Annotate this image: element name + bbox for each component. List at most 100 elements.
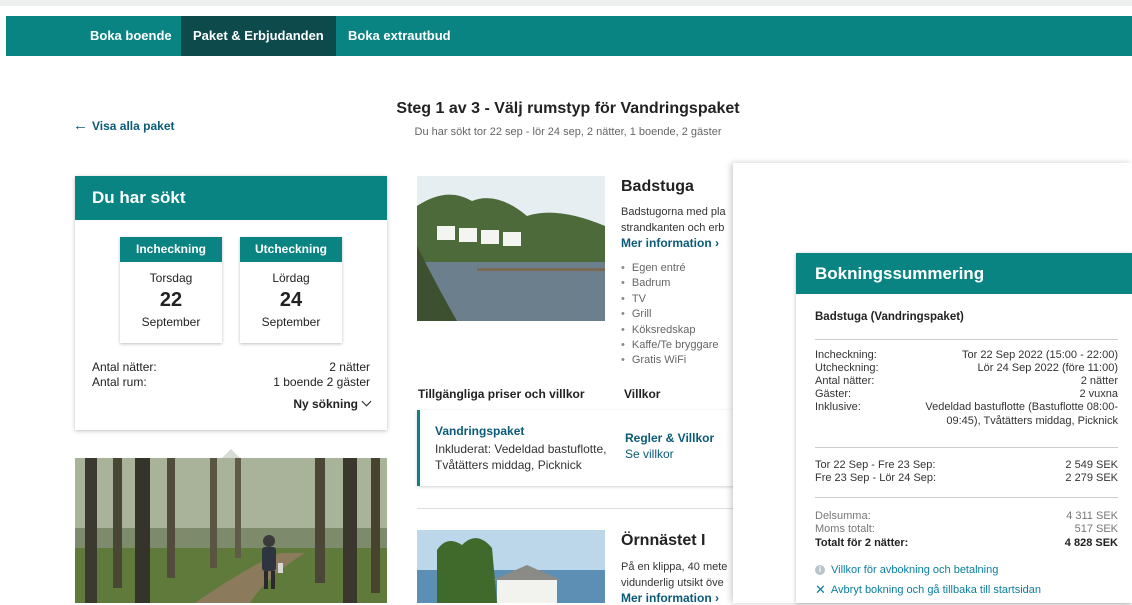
divider: [815, 447, 1118, 448]
checkout-date-box: Utcheckning Lördag 24 September: [240, 237, 342, 343]
checkin-weekday: Torsdag: [149, 271, 193, 285]
room-desc-badstuga: Badstugorna med pla strandkanten och erb: [621, 204, 741, 236]
price-option-row[interactable]: Vandringspaket Inkluderat: Vedeldad bast…: [417, 410, 736, 486]
cancellation-terms-link[interactable]: i Villkor för avbokning och betalning: [815, 564, 998, 576]
total-value: 4 828 SEK: [1064, 537, 1118, 549]
summary-room-name: Badstuga (Vandringspaket): [815, 311, 964, 323]
checkout-label: Utcheckning: [240, 237, 342, 262]
new-search-button[interactable]: Ny sökning: [293, 396, 372, 411]
checkin-day: 22: [159, 289, 183, 311]
rooms-row: Antal rum: 1 boende 2 gäster: [92, 375, 370, 389]
summary-value: 2 vuxna: [1079, 388, 1118, 400]
package-description: Inkluderat: Vedeldad bastuflotte, Tvåtät…: [435, 442, 606, 473]
summary-row-nights: Antal nätter: 2 nätter: [815, 375, 1118, 388]
summary-key: Utcheckning:: [815, 362, 879, 374]
nightly-price: 2 279 SEK: [1065, 472, 1118, 484]
room-desc-line: vidunderlig utsikt öve: [621, 577, 724, 589]
subtotal-row: Delsumma: 4 311 SEK: [815, 510, 1118, 523]
chevron-down-icon: [361, 396, 372, 407]
total-row: Totalt för 2 nätter: 4 828 SEK: [815, 537, 1118, 550]
checkin-month: September: [141, 315, 201, 329]
page-title: Steg 1 av 3 - Välj rumstyp för Vandrings…: [396, 100, 740, 117]
vat-label: Moms totalt:: [815, 523, 875, 535]
summary-value: Lör 24 Sep 2022 (före 11:00): [977, 362, 1118, 374]
amenity-list: Egen entré Badrum TV Grill Köksredskap K…: [621, 261, 733, 369]
summary-key: Incheckning:: [815, 349, 877, 361]
checkout-weekday: Lördag: [272, 271, 310, 285]
room-desc-line: På en klippa, 40 mete: [621, 561, 728, 573]
nights-row: Antal nätter: 2 nätter: [92, 360, 370, 374]
room-desc-line: Badstugorna med pla: [621, 206, 726, 218]
search-card-heading: Du har sökt: [75, 176, 387, 220]
amenity-item: Egen entré: [621, 261, 733, 276]
nightly-date: Fre 23 Sep - Lör 24 Sep:: [815, 472, 937, 484]
room-image-badstuga[interactable]: [417, 176, 605, 321]
divider: [815, 339, 1118, 340]
close-icon: ✕: [815, 582, 826, 597]
see-terms-link[interactable]: Se villkor: [625, 447, 674, 461]
booking-summary-card: Bokningssummering Badstuga (Vandringspak…: [796, 253, 1132, 603]
info-icon: i: [815, 565, 825, 576]
nightly-price-row: Tor 22 Sep - Fre 23 Sep: 2 549 SEK: [815, 459, 1118, 472]
nav-boka-boende[interactable]: Boka boende: [78, 16, 184, 56]
package-name: Vandringspaket: [435, 424, 525, 438]
nightly-price-row: Fre 23 Sep - Lör 24 Sep: 2 279 SEK: [815, 472, 1118, 485]
checkin-label: Incheckning: [120, 237, 222, 262]
room-title-badstuga: Badstuga: [621, 178, 694, 195]
included-line: 09:45), Tvåtätters middag, Picknick: [946, 414, 1118, 427]
subtotal-label: Delsumma:: [815, 510, 871, 522]
total-label: Totalt för 2 nätter:: [815, 537, 909, 549]
prices-column-header: Tillgängliga priser och villkor: [418, 387, 585, 401]
terms-column-header: Villkor: [624, 387, 661, 401]
amenity-item: Badrum: [621, 276, 733, 291]
summary-key: Inklusive:: [815, 401, 861, 413]
summary-key: Gäster:: [815, 388, 852, 400]
amenity-item: Grill: [621, 307, 733, 322]
vat-value: 517 SEK: [1074, 523, 1118, 535]
summary-value: 2 nätter: [1080, 375, 1118, 387]
summary-row-checkin: Incheckning: Tor 22 Sep 2022 (15:00 - 22…: [815, 349, 1118, 362]
page-subtitle: Du har sökt tor 22 sep - lör 24 sep, 2 n…: [414, 126, 722, 138]
amenity-item: TV: [621, 292, 733, 307]
nights-label: Antal nätter:: [92, 360, 157, 374]
checkout-month: September: [261, 315, 321, 329]
cancellation-terms-label: Villkor för avbokning och betalning: [831, 564, 999, 576]
abort-booking-label: Avbryt bokning och gå tillbaka till star…: [830, 583, 1042, 596]
checkin-date-box: Incheckning Torsdag 22 September: [120, 237, 222, 343]
room-desc-line: strandkanten och erb: [621, 222, 725, 234]
package-hiking-image: [75, 458, 387, 603]
rooms-label: Antal rum:: [92, 375, 147, 389]
room-desc-ornnastet: På en klippa, 40 mete vidunderlig utsikt…: [621, 559, 741, 591]
amenity-item: Gratis WiFi: [621, 353, 733, 368]
new-search-label: Ny sökning: [293, 397, 358, 411]
rooms-value: 1 boende 2 gäster: [273, 375, 370, 389]
divider: [815, 497, 1118, 498]
room-title-ornnastet: Örnnästet I: [621, 532, 706, 549]
abort-booking-link[interactable]: ✕ Avbryt bokning och gå tillbaka till sta…: [815, 582, 1041, 598]
nav-paket-erbjudanden[interactable]: Paket & Erbjudanden: [181, 16, 336, 56]
package-desc-line: Inkluderat: Vedeldad bastuflotte,: [435, 442, 607, 456]
nightly-price: 2 549 SEK: [1065, 459, 1118, 471]
amenity-item: Kaffe/Te bryggare: [621, 338, 733, 353]
nightly-date: Tor 22 Sep - Fre 23 Sep:: [815, 459, 936, 471]
summary-key: Antal nätter:: [815, 375, 875, 387]
included-line: Vedeldad bastuflotte (Bastuflotte 08:00-: [925, 401, 1118, 413]
checkout-day: 24: [279, 289, 303, 311]
nav-boka-extrautbud[interactable]: Boka extrautbud: [336, 16, 463, 56]
summary-value: Tor 22 Sep 2022 (15:00 - 22:00): [962, 349, 1118, 361]
subtotal-value: 4 311 SEK: [1066, 510, 1118, 522]
top-border: [0, 0, 1132, 6]
vat-row: Moms totalt: 517 SEK: [815, 523, 1118, 536]
divider: [417, 508, 733, 509]
rules-terms-link[interactable]: Regler & Villkor: [625, 431, 714, 445]
package-desc-line: Tvåtätters middag, Picknick: [435, 457, 582, 472]
nights-value: 2 nätter: [329, 360, 370, 374]
booking-summary-heading: Bokningssummering: [796, 253, 1132, 294]
main-nav: Boka boende Paket & Erbjudanden Boka ext…: [6, 16, 1132, 56]
more-info-link-badstuga[interactable]: Mer information ›: [621, 236, 719, 250]
room-image-ornnastet[interactable]: [417, 530, 605, 603]
image-pointer-notch: [222, 449, 240, 458]
amenity-item: Köksredskap: [621, 323, 733, 338]
summary-row-checkout: Utcheckning: Lör 24 Sep 2022 (före 11:00…: [815, 362, 1118, 375]
summary-included-value: Vedeldad bastuflotte (Bastuflotte 08:00-…: [904, 401, 1118, 428]
